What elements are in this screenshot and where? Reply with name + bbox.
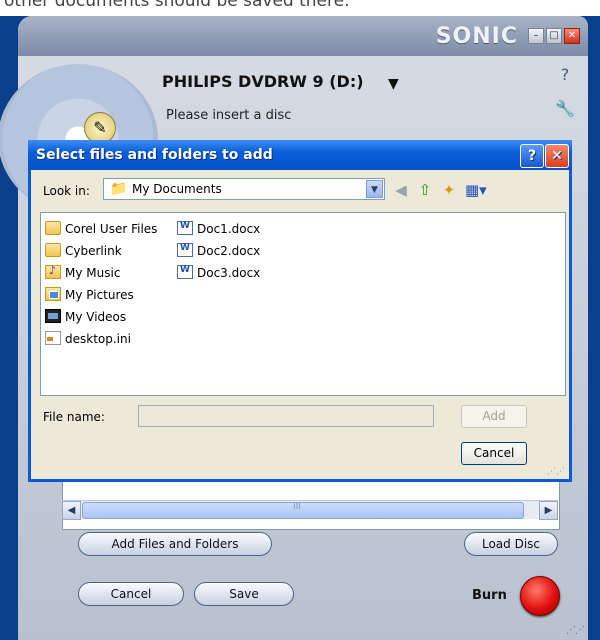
scroll-right-icon[interactable]: ▶ — [539, 501, 558, 520]
music-folder-icon — [45, 264, 61, 279]
background-document-strip: other documents should be saved there. — [0, 0, 600, 16]
minimize-button[interactable]: – — [528, 28, 544, 44]
dialog-titlebar[interactable]: Select files and folders to add ? ✕ — [28, 140, 572, 170]
resize-grip-icon[interactable]: ⋰⋰ — [566, 625, 585, 636]
disc-status: Please insert a disc — [166, 108, 292, 123]
sonic-logo: SONIC — [435, 24, 518, 49]
file-item[interactable]: Corel User Files — [45, 221, 157, 236]
dialog-close-button[interactable]: ✕ — [545, 144, 569, 168]
file-name: Doc2.docx — [197, 244, 261, 258]
save-label: Save — [229, 587, 259, 601]
dialog-title: Select files and folders to add — [36, 147, 273, 163]
file-item[interactable]: My Music — [45, 264, 121, 280]
wrench-icon[interactable]: 🔧 — [554, 98, 576, 120]
load-disc-button[interactable]: Load Disc — [464, 532, 558, 556]
file-item[interactable]: Cyberlink — [45, 243, 122, 258]
close-button[interactable]: ✕ — [564, 28, 580, 44]
chevron-down-icon[interactable]: ▼ — [366, 180, 383, 198]
file-list-pane[interactable]: Corel User Files Cyberlink My Music My P… — [40, 212, 566, 396]
file-name: Corel User Files — [65, 222, 158, 236]
word-doc-icon — [177, 243, 193, 257]
file-item[interactable]: desktop.ini — [45, 331, 131, 346]
folder-icon — [45, 221, 61, 235]
folder-icon: 📁 — [110, 181, 128, 197]
dialog-resize-grip-icon[interactable]: ⋰⋰ — [547, 467, 565, 477]
help-icon[interactable]: ? — [554, 64, 576, 86]
look-in-value: My Documents — [132, 182, 222, 196]
maximize-button[interactable]: □ — [546, 28, 562, 44]
word-doc-icon — [177, 221, 193, 235]
background-text: other documents should be saved there. — [4, 0, 350, 11]
look-in-label: Look in: — [43, 184, 90, 198]
scroll-left-icon[interactable]: ◀ — [62, 501, 81, 520]
dialog-help-button[interactable]: ? — [520, 144, 544, 168]
dialog-cancel-button[interactable]: Cancel — [461, 442, 527, 465]
add-button[interactable]: Add — [461, 405, 527, 428]
file-name: My Music — [65, 266, 121, 280]
scroll-thumb[interactable]: III — [82, 502, 524, 519]
folder-icon — [45, 243, 61, 257]
file-name: My Videos — [65, 310, 127, 324]
ini-file-icon — [45, 331, 61, 345]
file-name: Cyberlink — [65, 244, 122, 258]
horizontal-scrollbar[interactable]: ◀ III ▶ — [62, 500, 558, 520]
pictures-folder-icon — [45, 287, 61, 301]
add-files-button[interactable]: Add Files and Folders — [78, 532, 272, 556]
drive-name[interactable]: PHILIPS DVDRW 9 (D:) — [162, 72, 364, 91]
file-name: desktop.ini — [65, 332, 131, 346]
cancel-button[interactable]: Cancel — [78, 582, 184, 606]
up-folder-icon[interactable]: ⇧ — [415, 180, 435, 200]
file-name: Doc3.docx — [197, 266, 261, 280]
burn-button[interactable] — [520, 576, 560, 616]
file-name: My Pictures — [65, 288, 134, 302]
sonic-titlebar[interactable]: SONIC – □ ✕ — [18, 16, 588, 56]
burn-label: Burn — [472, 588, 507, 603]
file-name-input[interactable] — [138, 405, 434, 427]
file-item[interactable]: Doc3.docx — [177, 265, 260, 280]
scroll-thumb-grip: III — [293, 502, 301, 512]
new-folder-icon[interactable]: ✦ — [439, 180, 459, 200]
look-in-dropdown[interactable]: 📁 My Documents ▼ — [103, 178, 385, 200]
word-doc-icon — [177, 265, 193, 279]
add-files-label: Add Files and Folders — [111, 537, 239, 551]
file-name: Doc1.docx — [197, 222, 261, 236]
file-item[interactable]: My Pictures — [45, 287, 134, 302]
drive-dropdown-icon[interactable]: ▼ — [388, 76, 399, 92]
select-files-dialog: Select files and folders to add ? ✕ Look… — [28, 140, 572, 482]
view-menu-icon[interactable]: ▦▾ — [465, 180, 487, 200]
file-item[interactable]: Doc1.docx — [177, 221, 260, 236]
back-icon[interactable]: ◀ — [391, 180, 411, 200]
file-name-label: File name: — [43, 410, 105, 424]
save-button[interactable]: Save — [194, 582, 294, 606]
videos-folder-icon — [45, 309, 61, 323]
file-item[interactable]: My Videos — [45, 309, 126, 324]
cancel-label: Cancel — [110, 587, 152, 601]
load-disc-label: Load Disc — [481, 537, 541, 551]
file-item[interactable]: Doc2.docx — [177, 243, 260, 258]
